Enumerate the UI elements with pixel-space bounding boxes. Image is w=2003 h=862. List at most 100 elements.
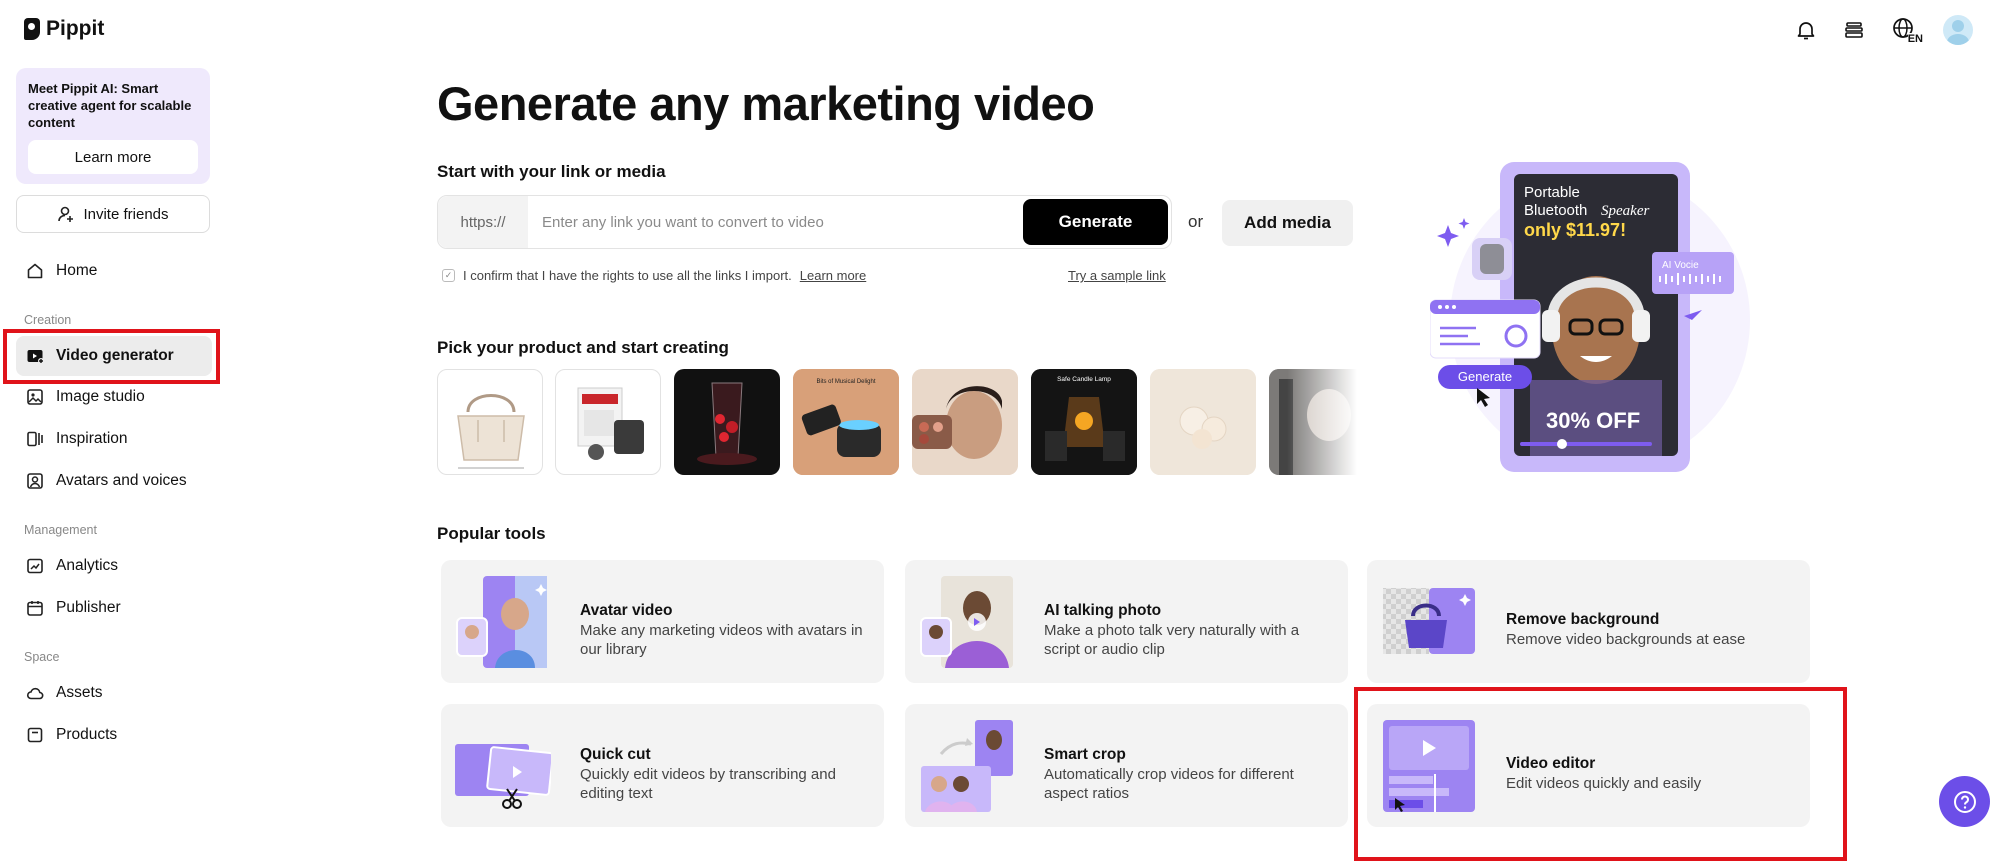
product-thumb-candle-lamp[interactable]: Safe Candle Lamp — [1031, 369, 1137, 475]
sidebar-item-label: Analytics — [56, 557, 119, 574]
sidebar-item-inspiration[interactable]: Inspiration — [16, 419, 212, 459]
invite-label: Invite friends — [83, 205, 169, 223]
product-thumb-cosmetics[interactable] — [912, 369, 1018, 475]
tool-card-smart-crop[interactable]: Smart crop Automatically crop videos for… — [905, 704, 1348, 827]
sidebar-item-home[interactable]: Home — [16, 251, 212, 291]
user-avatar[interactable] — [1943, 15, 1973, 45]
smart-crop-illustration — [919, 718, 1015, 814]
generate-button[interactable]: Generate — [1023, 199, 1168, 245]
pippit-logo-icon — [24, 18, 40, 40]
image-icon — [26, 388, 44, 406]
hero-ai-voice-tag: AI Vocie — [1662, 260, 1699, 271]
section-creation-label: Creation — [24, 313, 72, 327]
learn-more-button[interactable]: Learn more — [28, 140, 198, 174]
hero-discount: 30% OFF — [1546, 408, 1640, 433]
sidebar-item-label: Products — [56, 726, 118, 743]
section-space-label: Space — [24, 650, 60, 664]
language-globe-icon[interactable]: EN — [1889, 17, 1923, 45]
product-thumb-tea-set[interactable] — [555, 369, 661, 475]
sidebar-item-label: Assets — [56, 684, 103, 701]
hero-line2b: Speaker — [1601, 203, 1649, 219]
quick-cut-illustration — [455, 718, 554, 814]
promo-card: Meet Pippit AI: Smart creative agent for… — [16, 68, 210, 184]
tool-desc: Make any marketing videos with avatars i… — [580, 622, 863, 658]
sidebar-item-video-generator[interactable]: Video generator — [16, 336, 212, 376]
url-prefix: https:// — [438, 196, 528, 248]
sidebar-item-label: Avatars and voices — [56, 472, 187, 489]
rights-confirmation: ✓ I confirm that I have the rights to us… — [442, 268, 866, 283]
sidebar-item-label: Publisher — [56, 599, 121, 616]
tool-card-video-editor[interactable]: Video editor Edit videos quickly and eas… — [1367, 704, 1810, 827]
sidebar-item-publisher[interactable]: Publisher — [16, 588, 212, 628]
sidebar-item-products[interactable]: Products — [16, 715, 212, 755]
remove-background-illustration — [1381, 574, 1477, 670]
avatar-video-illustration — [455, 574, 551, 670]
brand-logo[interactable]: Pippit — [24, 17, 104, 41]
tool-desc: Make a photo talk very naturally with a … — [1044, 622, 1300, 658]
confirm-learn-more-link[interactable]: Learn more — [800, 268, 866, 283]
home-icon — [26, 262, 44, 280]
tool-desc: Automatically crop videos for different … — [1044, 766, 1294, 802]
sidebar-item-analytics[interactable]: Analytics — [16, 546, 212, 586]
inspiration-icon — [26, 430, 44, 448]
hero-line1: Portable — [1524, 184, 1580, 201]
help-button[interactable] — [1939, 776, 1990, 827]
tool-card-ai-talking-photo[interactable]: AI talking photo Make a photo talk very … — [905, 560, 1348, 683]
help-icon — [1953, 790, 1976, 813]
thumb-caption: Safe Candle Lamp — [1057, 376, 1111, 383]
product-thumbnails: Bits of Musical Delight Safe Candle Lamp — [437, 369, 1357, 475]
hero-line2a: Bluetooth — [1524, 202, 1587, 219]
product-thumb-speaker[interactable]: Bits of Musical Delight — [793, 369, 899, 475]
sidebar: Pippit Meet Pippit AI: Smart creative ag… — [0, 0, 225, 862]
tool-card-avatar-video[interactable]: Avatar video Make any marketing videos w… — [441, 560, 884, 683]
topbar-actions: EN — [1793, 15, 1973, 45]
link-input[interactable] — [528, 213, 1023, 231]
sidebar-item-assets[interactable]: Assets — [16, 673, 212, 713]
product-thumb-portrait[interactable] — [1269, 369, 1357, 475]
tool-title: AI talking photo — [1044, 602, 1162, 619]
tool-card-remove-background[interactable]: Remove background Remove video backgroun… — [1367, 560, 1810, 683]
product-section-label: Pick your product and start creating — [437, 338, 729, 357]
add-media-button[interactable]: Add media — [1222, 200, 1353, 246]
sidebar-item-label: Image studio — [56, 388, 145, 405]
sidebar-item-label: Home — [56, 262, 98, 279]
popular-tools-label: Popular tools — [437, 524, 546, 543]
hero-illustration: Portable Bluetooth Speaker only $11.97! … — [1429, 160, 1760, 480]
analytics-icon — [26, 557, 44, 575]
product-thumb-handbag[interactable] — [437, 369, 543, 475]
sidebar-item-avatars-voices[interactable]: Avatars and voices — [16, 461, 212, 501]
or-separator: or — [1188, 212, 1204, 231]
try-sample-link[interactable]: Try a sample link — [1068, 268, 1166, 283]
page-title: Generate any marketing video — [437, 77, 1095, 130]
tool-title: Video editor — [1506, 755, 1596, 772]
hero-price: only $11.97! — [1524, 220, 1626, 240]
box-icon — [26, 726, 44, 744]
tool-title: Remove background — [1506, 611, 1660, 628]
talking-photo-illustration — [919, 574, 1015, 670]
stack-icon[interactable] — [1841, 17, 1867, 43]
notification-bell-icon[interactable] — [1793, 17, 1819, 43]
tool-title: Smart crop — [1044, 746, 1126, 763]
promo-text: Meet Pippit AI: Smart creative agent for… — [28, 81, 192, 130]
link-input-group: https:// Generate — [437, 195, 1172, 249]
sidebar-item-image-studio[interactable]: Image studio — [16, 377, 212, 417]
calendar-icon — [26, 599, 44, 617]
tool-desc: Edit videos quickly and easily — [1506, 775, 1702, 792]
tool-title: Avatar video — [580, 602, 673, 619]
rights-checkbox[interactable]: ✓ — [442, 269, 455, 282]
tool-desc: Quickly edit videos by transcribing and … — [580, 766, 836, 802]
product-thumb-flowers[interactable] — [1150, 369, 1256, 475]
invite-friends-button[interactable]: Invite friends — [16, 195, 210, 233]
cloud-icon — [26, 684, 44, 702]
thumb-caption: Bits of Musical Delight — [816, 379, 875, 385]
tool-card-quick-cut[interactable]: Quick cut Quickly edit videos by transcr… — [441, 704, 884, 827]
section-management-label: Management — [24, 523, 97, 537]
sidebar-item-label: Video generator — [56, 347, 174, 364]
add-user-icon — [57, 205, 75, 223]
language-code: EN — [1907, 33, 1923, 45]
hero-generate-chip: Generate — [1458, 369, 1512, 384]
tool-desc: Remove video backgrounds at ease — [1506, 631, 1746, 648]
tool-title: Quick cut — [580, 746, 651, 763]
link-section-label: Start with your link or media — [437, 162, 666, 181]
product-thumb-crystal-vase[interactable] — [674, 369, 780, 475]
